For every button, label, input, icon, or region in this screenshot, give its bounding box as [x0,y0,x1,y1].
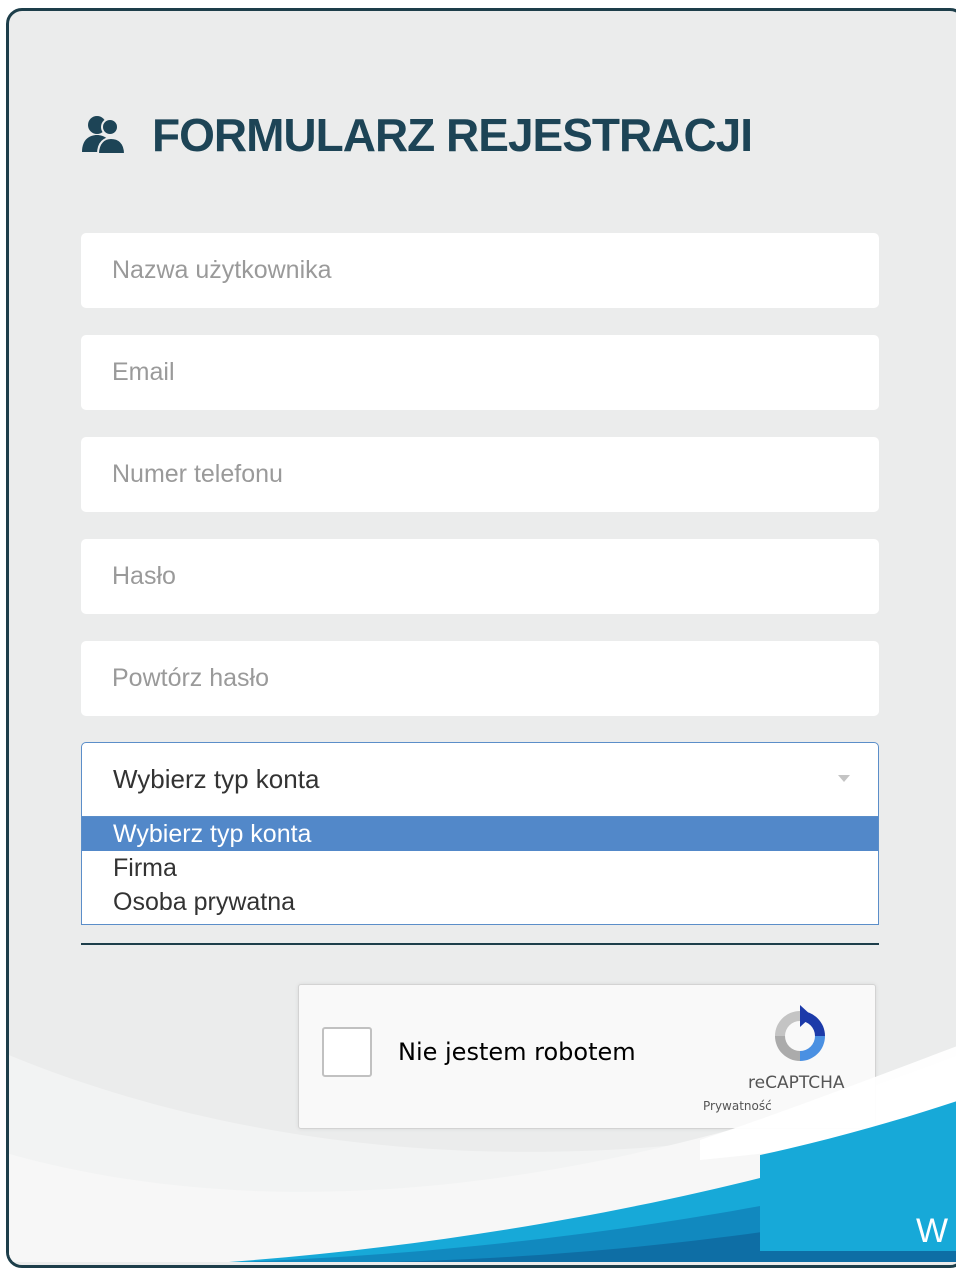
account-type-selected: Wybierz typ konta [113,764,320,794]
page-title: FORMULARZ REJESTRACJI [80,105,753,165]
recaptcha-checkbox[interactable] [322,1027,372,1077]
recaptcha-brand: reCAPTCHA [748,1073,845,1093]
username-input[interactable] [81,233,879,308]
account-type-options: Wybierz typ konta Firma Osoba prywatna [81,817,879,925]
users-icon [82,116,126,155]
password-input[interactable] [81,539,879,614]
title-text: FORMULARZ REJESTRACJI [152,109,753,161]
repeat-password-field[interactable] [81,641,879,716]
recaptcha-privacy-link[interactable]: Prywatność [703,1099,772,1113]
phone-field[interactable] [81,437,879,512]
recaptcha-logo-icon [775,1005,825,1061]
password-field[interactable] [81,539,879,614]
account-type-select[interactable]: Wybierz typ konta [81,742,879,817]
phone-input[interactable] [81,437,879,512]
chevron-down-icon [838,775,850,782]
option-company[interactable]: Firma [82,851,878,885]
divider [81,943,879,945]
option-choose-type[interactable]: Wybierz typ konta [82,817,878,851]
email-field[interactable] [81,335,879,410]
username-field[interactable] [81,233,879,308]
recaptcha-widget: Nie jestem robotem reCAPTCHA Prywatność [298,984,876,1129]
recaptcha-label: Nie jestem robotem [398,1038,636,1066]
option-private-person[interactable]: Osoba prywatna [82,885,878,919]
email-input[interactable] [81,335,879,410]
corner-text: W [916,1212,949,1250]
repeat-password-input[interactable] [81,641,879,716]
